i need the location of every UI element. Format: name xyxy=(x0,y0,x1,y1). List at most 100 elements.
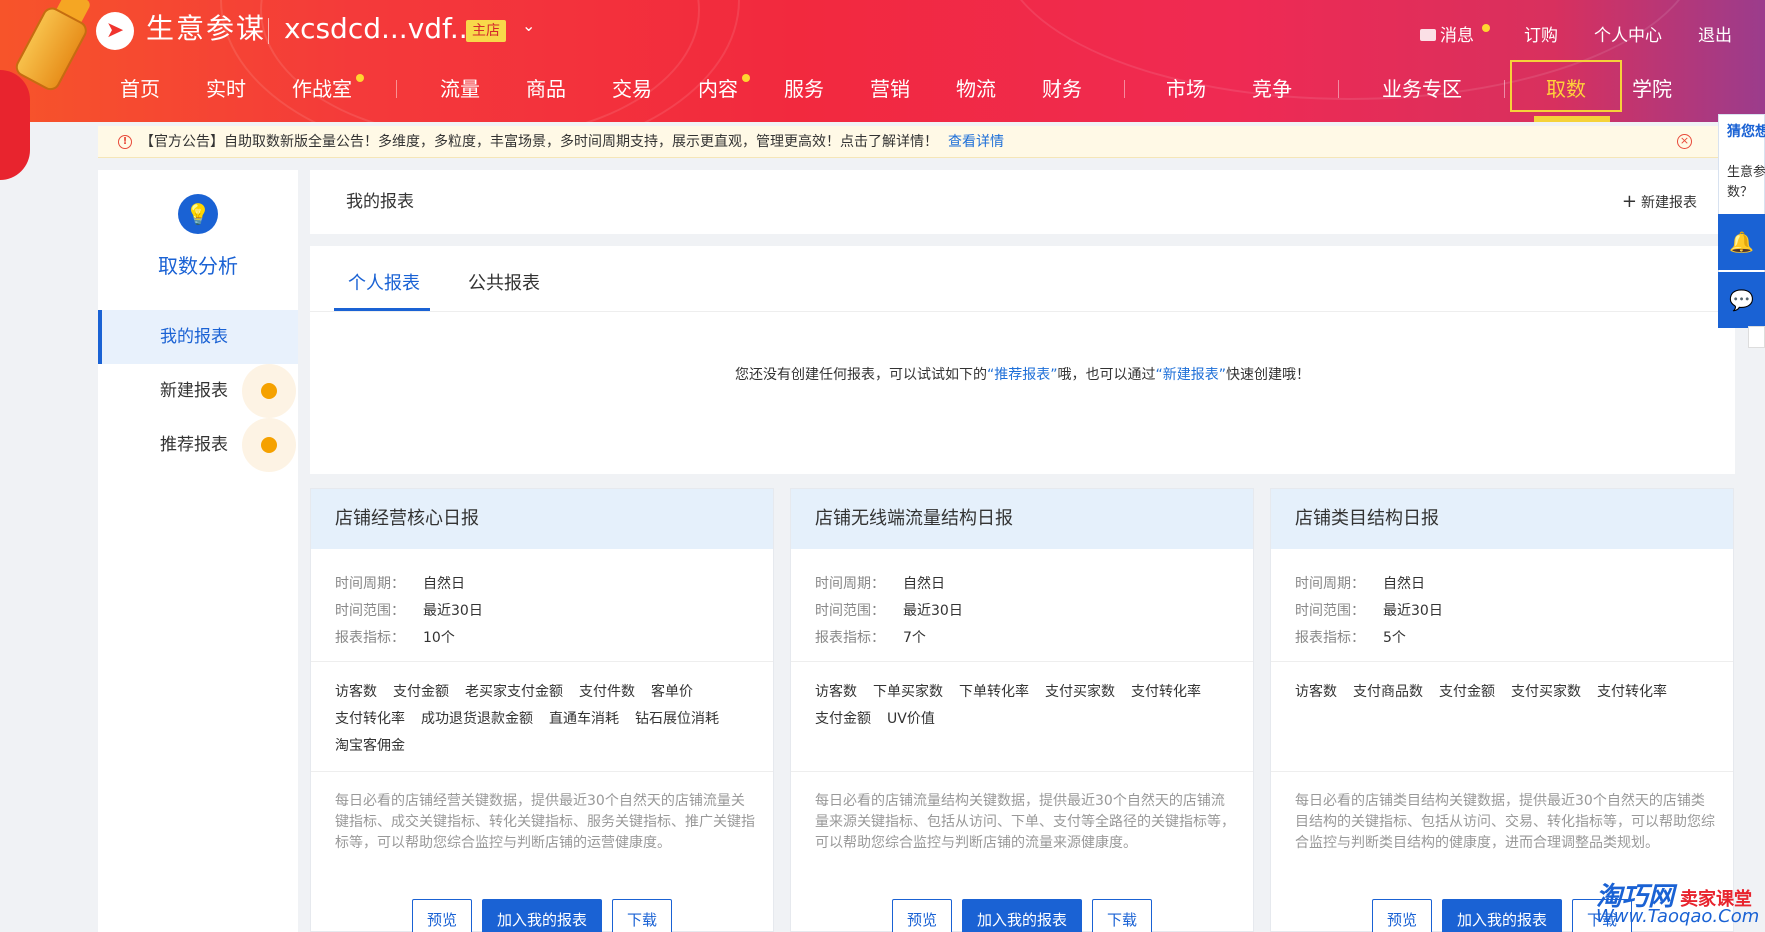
compass-logo-icon[interactable]: ➤ xyxy=(96,12,134,50)
nav-war-room[interactable]: 作战室 xyxy=(292,74,352,104)
nav-divider xyxy=(1124,80,1125,98)
notification-dot xyxy=(242,364,296,418)
view-details-link[interactable]: 查看详情 xyxy=(948,134,1004,150)
plus-icon: + xyxy=(1621,191,1637,212)
nav-divider xyxy=(396,80,397,98)
sidebar: 💡 取数分析 我的报表 新建报表 推荐报表 xyxy=(98,170,298,932)
add-to-my-reports-button[interactable]: 加入我的报表 xyxy=(1441,899,1562,932)
warning-icon: ! xyxy=(118,135,132,149)
card-title: 店铺无线端流量结构日报 xyxy=(791,489,1253,549)
sidebar-item-recommended-reports[interactable]: 推荐报表 xyxy=(98,418,298,472)
card-divider xyxy=(311,661,773,662)
notification-dot xyxy=(242,418,296,472)
nav-finance[interactable]: 财务 xyxy=(1042,74,1082,104)
card-title: 店铺类目结构日报 xyxy=(1271,489,1733,549)
nav-traffic[interactable]: 流量 xyxy=(440,74,480,104)
top-header: ➤ 生意参谋 xcsdcd...vdf... 主店 ⌄ 消息 订购 个人中心 退… xyxy=(0,0,1765,122)
logout-link[interactable]: 退出 xyxy=(1698,24,1732,48)
nav-logistics[interactable]: 物流 xyxy=(956,74,996,104)
announcement-bar: ! 【官方公告】自助取数新版全量公告！多维度，多粒度，丰富场景，多时间周期支持，… xyxy=(98,126,1720,158)
nav-dot xyxy=(356,74,364,82)
watermark-logo: 淘巧网 卖家课堂 Www.Taoqao.Com xyxy=(1596,882,1760,927)
card-description: 每日必看的店铺流量结构关键数据，提供最近30个自然天的店铺流量来源关键指标、包括… xyxy=(815,793,1235,851)
recommended-reports-link[interactable]: “推荐报表” xyxy=(987,367,1058,383)
tab-divider xyxy=(310,311,1735,312)
sidebar-item-label: 推荐报表 xyxy=(160,435,228,455)
nav-dot xyxy=(742,74,750,82)
card-divider xyxy=(791,661,1253,662)
add-to-my-reports-button[interactable]: 加入我的报表 xyxy=(961,899,1082,932)
nav-academy[interactable]: 学院 xyxy=(1632,74,1672,104)
tab-public-reports[interactable]: 公共报表 xyxy=(468,266,540,302)
float-handle[interactable] xyxy=(1748,326,1765,348)
close-icon[interactable]: × xyxy=(1677,134,1692,149)
messages-link[interactable]: 消息 xyxy=(1420,24,1474,48)
nav-home[interactable]: 首页 xyxy=(120,74,160,104)
subscribe-link[interactable]: 订购 xyxy=(1524,24,1558,48)
shop-name[interactable]: xcsdcd...vdf... xyxy=(284,10,477,48)
card-meta: 时间周期： 自然日 时间范围： 最近30日 报表指标： 7个 xyxy=(815,576,963,646)
card-description: 每日必看的店铺经营关键数据，提供最近30个自然天的店铺流量关键指标、成交关键指标… xyxy=(335,793,755,851)
card-actions: 预览 加入我的报表 下载 xyxy=(311,899,773,932)
report-card: 店铺类目结构日报 时间周期： 自然日 时间范围： 最近30日 报表指标： 5个 访客数… xyxy=(1270,488,1734,932)
nav-service[interactable]: 服务 xyxy=(784,74,824,104)
download-button[interactable]: 下载 xyxy=(612,899,673,932)
card-metrics-list: 访客数 支付商品数 支付金额 支付买家数 支付转化率 xyxy=(1295,684,1667,700)
card-divider xyxy=(791,771,1253,772)
assistant-panel-title: 猜您想 xyxy=(1727,124,1765,140)
nav-divider xyxy=(1504,80,1505,98)
card-divider xyxy=(1271,771,1733,772)
sidebar-title: 取数分析 xyxy=(158,254,238,278)
card-metrics-list: 访客数 支付金额 老买家支付金额 支付件数 客单价支付转化率 成功退货退款金额 直通车消耗钻… xyxy=(335,684,719,754)
card-description: 每日必看的店铺类目结构关键数据，提供最近30个自然天的店铺类目结构的关键指标、包… xyxy=(1295,793,1715,851)
card-divider xyxy=(1271,661,1733,662)
download-button[interactable]: 下载 xyxy=(1092,899,1153,932)
lightbulb-icon: 💡 xyxy=(178,194,218,234)
chevron-down-icon[interactable]: ⌄ xyxy=(522,16,535,35)
report-card: 店铺经营核心日报 时间周期： 自然日 时间范围： 最近30日 报表指标： 10个 访客… xyxy=(310,488,774,932)
new-report-button[interactable]: + 新建报表 xyxy=(1622,170,1697,235)
sidebar-item-label: 新建报表 xyxy=(160,381,228,401)
nav-divider xyxy=(1338,80,1339,98)
page-title: 我的报表 xyxy=(346,192,414,212)
card-actions: 预览 加入我的报表 下载 xyxy=(791,899,1253,932)
nav-active-underline xyxy=(1534,116,1610,122)
nav-market[interactable]: 市场 xyxy=(1166,74,1206,104)
preview-button[interactable]: 预览 xyxy=(1371,899,1432,932)
card-title: 店铺经营核心日报 xyxy=(311,489,773,549)
sidebar-item-my-reports[interactable]: 我的报表 xyxy=(98,310,298,364)
preview-button[interactable]: 预览 xyxy=(891,899,952,932)
preview-button[interactable]: 预览 xyxy=(411,899,472,932)
nav-marketing[interactable]: 营销 xyxy=(870,74,910,104)
my-reports-header: 我的报表 + 新建报表 xyxy=(310,170,1735,234)
main-shop-badge: 主店 xyxy=(466,20,506,42)
card-divider xyxy=(311,771,773,772)
announcement-text: 【官方公告】自助取数新版全量公告！多维度，多粒度，丰富场景，多时间周期支持，展示… xyxy=(140,134,1004,150)
nav-data-fetch[interactable]: 取数 xyxy=(1546,74,1586,104)
new-report-link[interactable]: “新建报表” xyxy=(1156,367,1227,383)
nav-content[interactable]: 内容 xyxy=(698,74,738,104)
personal-center-link[interactable]: 个人中心 xyxy=(1594,24,1662,48)
add-to-my-reports-button[interactable]: 加入我的报表 xyxy=(481,899,602,932)
chat-icon[interactable]: 💬 xyxy=(1718,272,1765,328)
message-dot xyxy=(1482,24,1490,32)
nav-competition[interactable]: 竞争 xyxy=(1252,74,1292,104)
bell-icon[interactable]: 🔔 xyxy=(1718,214,1765,270)
card-metrics-list: 访客数 下单买家数 下单转化率 支付买家数 支付转化率支付金额 UV价值 xyxy=(815,684,1201,727)
nav-business-zone[interactable]: 业务专区 xyxy=(1382,74,1462,104)
card-meta: 时间周期： 自然日 时间范围： 最近30日 报表指标： 10个 xyxy=(335,576,483,646)
nav-realtime[interactable]: 实时 xyxy=(206,74,246,104)
nav-goods[interactable]: 商品 xyxy=(526,74,566,104)
brand-title[interactable]: 生意参谋 xyxy=(146,10,266,48)
assistant-panel-text: 生意参数？ xyxy=(1727,165,1765,200)
report-card: 店铺无线端流量结构日报 时间周期： 自然日 时间范围： 最近30日 报表指标： 7个 … xyxy=(790,488,1254,932)
card-meta: 时间周期： 自然日 时间范围： 最近30日 报表指标： 5个 xyxy=(1295,576,1443,646)
mail-icon xyxy=(1420,29,1436,41)
sidebar-item-label: 我的报表 xyxy=(160,327,228,347)
sidebar-item-new-report[interactable]: 新建报表 xyxy=(98,364,298,418)
nav-trade[interactable]: 交易 xyxy=(612,74,652,104)
tab-personal-reports[interactable]: 个人报表 xyxy=(348,266,420,302)
bell-decoration xyxy=(0,70,30,180)
reports-tabs-panel: 个人报表 公共报表 您还没有创建任何报表，可以试试如下的“推荐报表”哦，也可以通… xyxy=(310,246,1735,474)
empty-state-message: 您还没有创建任何报表，可以试试如下的“推荐报表”哦，也可以通过“新建报表”快速创… xyxy=(734,367,1311,383)
